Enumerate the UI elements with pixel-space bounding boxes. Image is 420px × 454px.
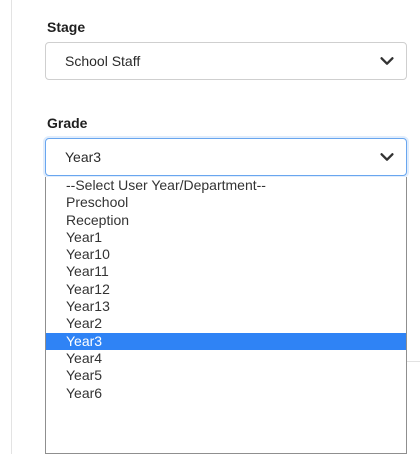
grade-options-list[interactable]: --Select User Year/Department-- Preschoo… — [45, 177, 407, 454]
grade-option-year1[interactable]: Year1 — [46, 229, 406, 246]
grade-option-year13[interactable]: Year13 — [46, 298, 406, 315]
grade-option-year12[interactable]: Year12 — [46, 281, 406, 298]
chevron-down-icon — [378, 148, 396, 166]
grade-option-year11[interactable]: Year11 — [46, 263, 406, 280]
grade-option-year2[interactable]: Year2 — [46, 315, 406, 332]
stage-selected-value: School Staff — [65, 53, 141, 69]
grade-option-year4[interactable]: Year4 — [46, 350, 406, 367]
stage-label: Stage — [47, 19, 86, 35]
grade-selected-value: Year3 — [65, 149, 102, 165]
grade-option-reception[interactable]: Reception — [46, 212, 406, 229]
form-panel: Stage School Staff Grade Year3 --Select … — [11, 0, 420, 454]
grade-option-year5[interactable]: Year5 — [46, 367, 406, 384]
grade-option-year3[interactable]: Year3 — [46, 332, 406, 350]
grade-option-year10[interactable]: Year10 — [46, 246, 406, 263]
chevron-down-icon — [378, 52, 396, 70]
grade-option-select-department[interactable]: --Select User Year/Department-- — [46, 177, 406, 194]
stage-select[interactable]: School Staff — [45, 42, 407, 80]
grade-select[interactable]: Year3 — [45, 138, 407, 176]
background-divider — [407, 361, 420, 362]
grade-label: Grade — [47, 115, 88, 131]
grade-option-preschool[interactable]: Preschool — [46, 194, 406, 211]
grade-option-year6[interactable]: Year6 — [46, 385, 406, 402]
